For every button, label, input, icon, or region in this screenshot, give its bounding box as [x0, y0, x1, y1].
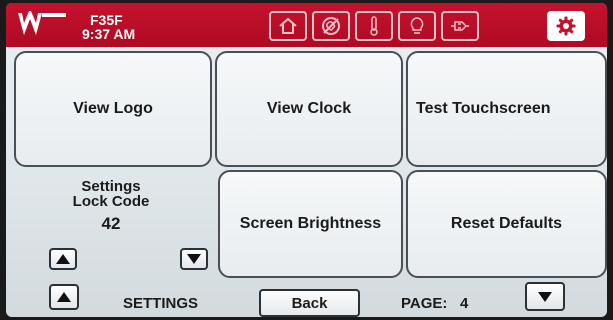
- triangle-down-icon: [187, 254, 201, 264]
- lock-code-label: Settings Lock Code: [72, 178, 150, 210]
- clock-time: 9:37 AM: [82, 26, 136, 42]
- back-label: Back: [291, 294, 328, 312]
- light-bulb-icon: [410, 17, 424, 34]
- unit-name: F35F: [90, 12, 123, 28]
- gear-icon: [556, 16, 576, 36]
- page-number: 4: [460, 295, 469, 312]
- brand-logo-icon: [18, 11, 66, 35]
- view-clock-tile[interactable]: View Clock: [215, 51, 403, 167]
- thermometer-icon: [370, 16, 378, 36]
- lock-code-up-button[interactable]: [49, 248, 77, 270]
- back-button[interactable]: Back: [259, 289, 360, 317]
- page-label: PAGE:: [401, 295, 448, 312]
- test-touchscreen-label: Test Touchscreen: [416, 100, 551, 117]
- reset-defaults-tile[interactable]: Reset Defaults: [406, 170, 607, 278]
- view-logo-label: View Logo: [73, 100, 153, 117]
- header-bar: F35F 9:37 AM: [6, 3, 607, 47]
- home-icon: [279, 17, 297, 34]
- plug-icon: [451, 21, 469, 31]
- home-button[interactable]: [269, 11, 307, 41]
- touch-screen: F35F 9:37 AM View Logo View Clock Test T…: [6, 3, 607, 317]
- test-touchscreen-tile[interactable]: Test Touchscreen: [406, 51, 607, 167]
- page-down-button[interactable]: [525, 282, 565, 311]
- temperature-button[interactable]: [355, 11, 393, 41]
- triangle-up-icon: [56, 254, 70, 264]
- fan-off-icon: [322, 17, 340, 35]
- reset-defaults-label: Reset Defaults: [450, 215, 563, 232]
- light-button[interactable]: [398, 11, 436, 41]
- page-up-button[interactable]: [49, 284, 79, 310]
- section-title: SETTINGS: [123, 295, 199, 312]
- triangle-down-icon: [538, 291, 552, 302]
- screen-brightness-label: Screen Brightness: [239, 215, 382, 232]
- lock-code-value: 42: [101, 214, 121, 233]
- triangle-up-icon: [57, 292, 71, 302]
- power-button[interactable]: [441, 11, 479, 41]
- lock-code-down-button[interactable]: [180, 248, 208, 270]
- screen-brightness-tile[interactable]: Screen Brightness: [218, 170, 403, 278]
- settings-button[interactable]: [547, 11, 585, 41]
- view-clock-label: View Clock: [266, 100, 352, 117]
- view-logo-tile[interactable]: View Logo: [14, 51, 212, 167]
- fan-button[interactable]: [312, 11, 350, 41]
